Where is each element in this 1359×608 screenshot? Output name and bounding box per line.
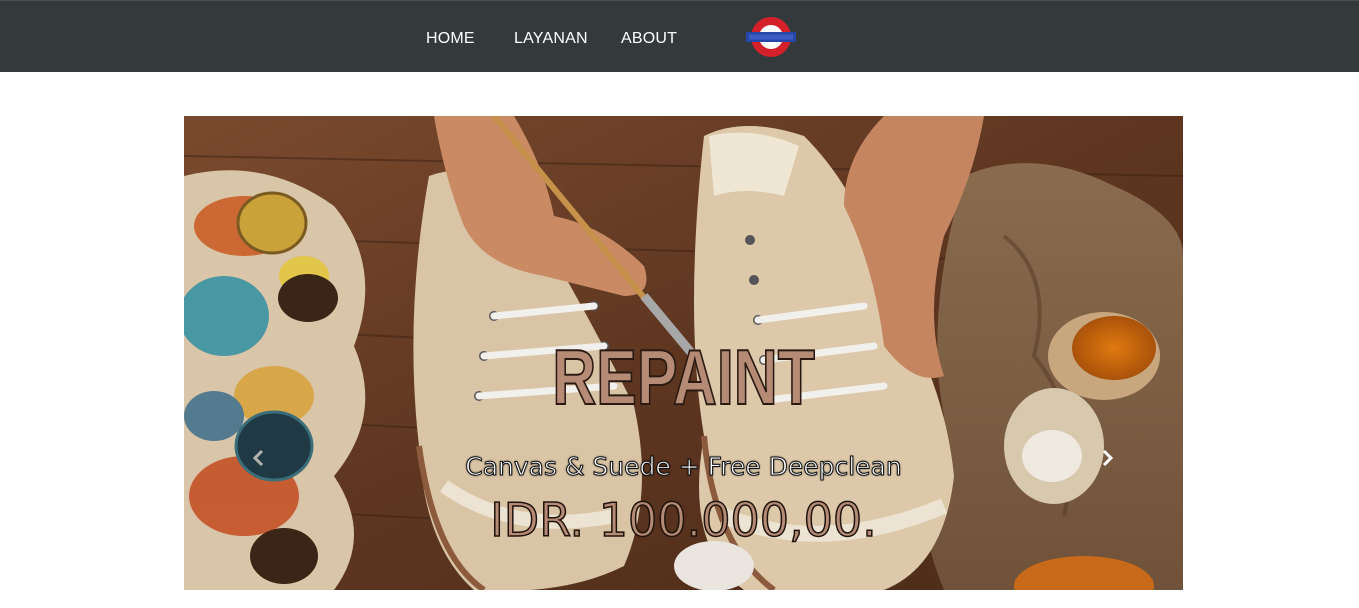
nav-layanan-link[interactable]: LAYANAN <box>514 30 588 48</box>
hero-carousel: REPAINT Canvas & Suede + Free Deepclean … <box>184 116 1183 590</box>
slide-price: IDR. 100.000,00. <box>489 492 877 548</box>
nav-about-link[interactable]: ABOUT <box>621 30 677 48</box>
slide-title: REPAINT <box>552 332 816 422</box>
roundel-logo-icon[interactable] <box>745 15 797 59</box>
nav-home-link[interactable]: HOME <box>426 30 475 48</box>
slide-subtitle: Canvas & Suede + Free Deepclean <box>465 452 902 482</box>
top-navbar: HOME LAYANAN ABOUT <box>0 0 1359 72</box>
